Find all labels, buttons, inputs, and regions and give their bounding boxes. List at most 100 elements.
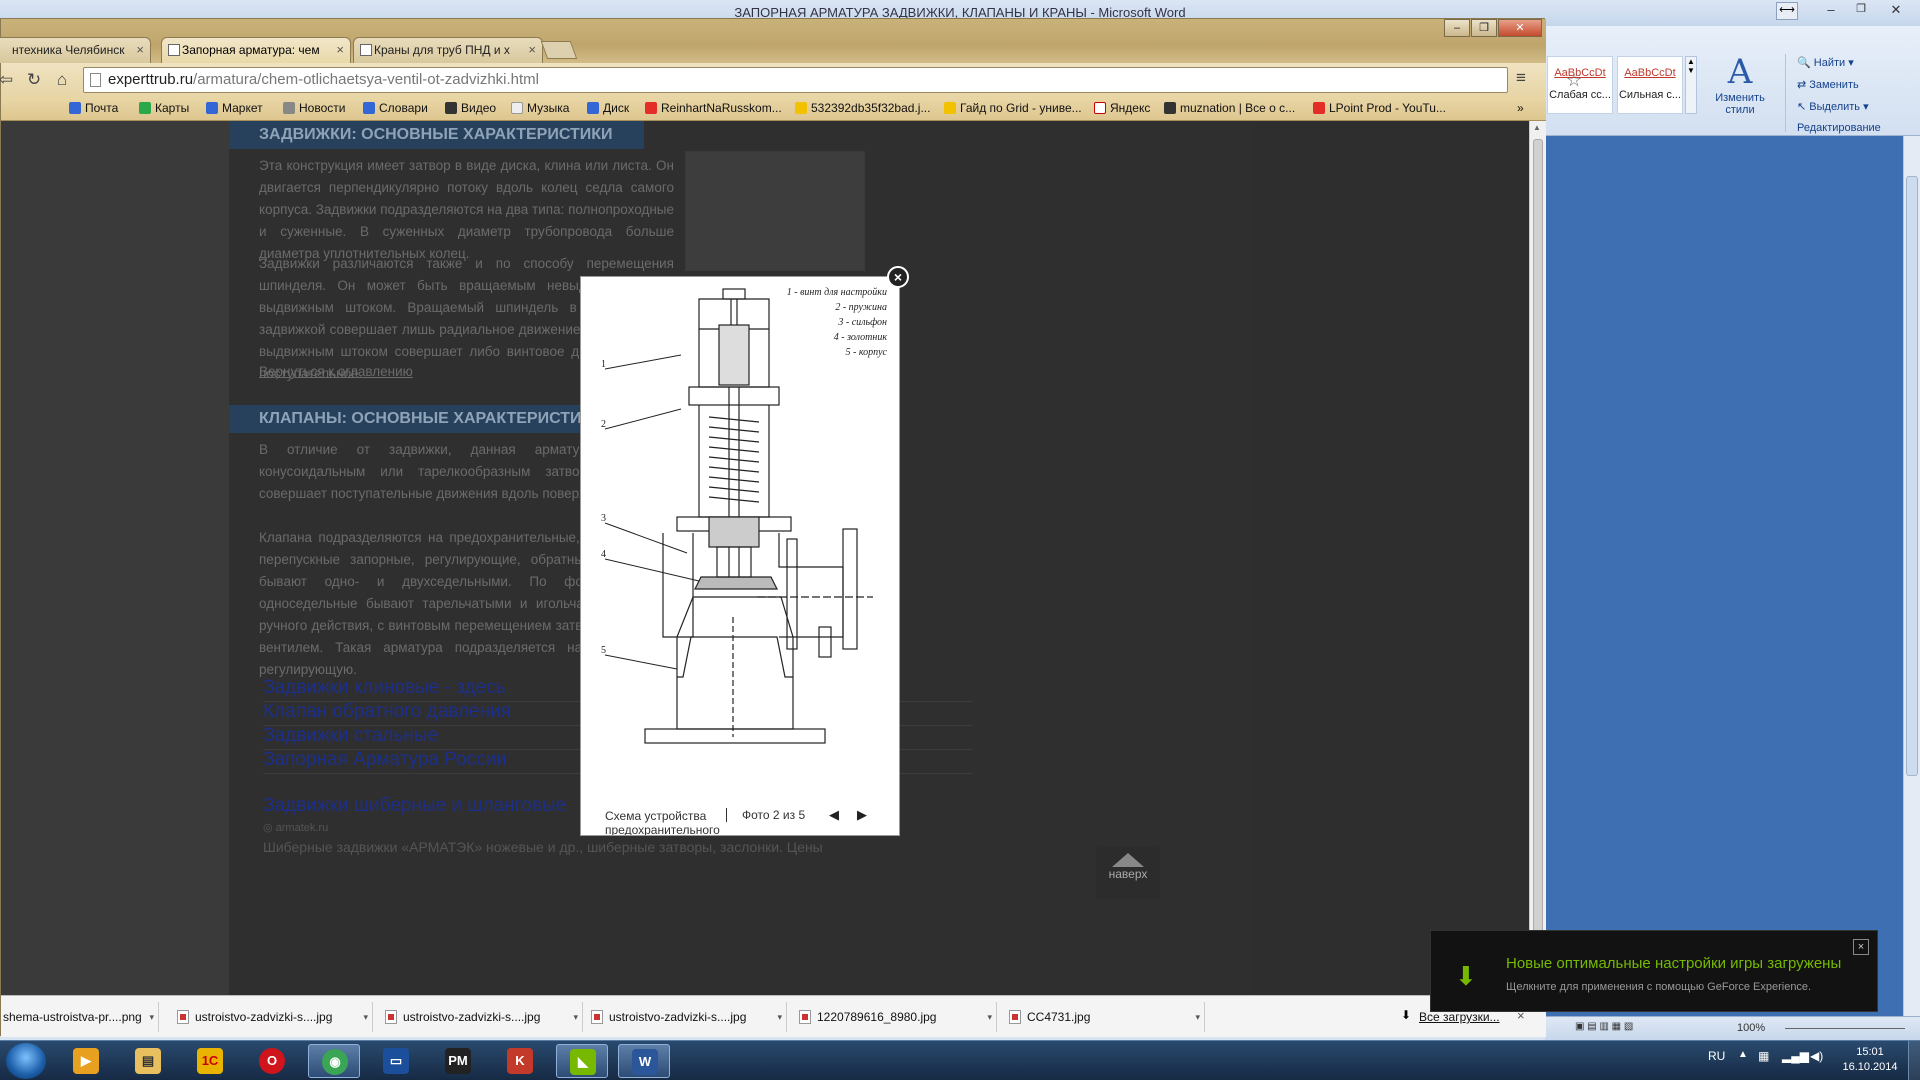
find-button[interactable]: 🔍 Найти ▾: [1797, 56, 1854, 69]
taskbar-samsung[interactable]: ▭: [370, 1044, 422, 1078]
dropdown-icon[interactable]: ▾: [573, 1002, 578, 1032]
word-scrollbar[interactable]: [1903, 136, 1920, 1016]
tab-close-icon[interactable]: ×: [528, 38, 536, 62]
bookmark-youtube-2[interactable]: LPoint Prod - YouTu...: [1313, 101, 1446, 115]
show-desktop-button[interactable]: [1908, 1041, 1920, 1080]
close-button[interactable]: ✕: [1498, 19, 1542, 37]
samsung-icon: ▭: [383, 1048, 409, 1074]
prev-arrow-icon[interactable]: ◀: [829, 807, 839, 823]
taskbar-explorer[interactable]: ▤: [122, 1044, 174, 1078]
replace-button[interactable]: ⇄ Заменить: [1797, 78, 1859, 91]
lightbox-close-icon[interactable]: ×: [887, 266, 909, 288]
taskbar-nvidia[interactable]: ◣: [556, 1044, 608, 1078]
tab-2[interactable]: Запорная арматура: чем ×: [161, 37, 351, 63]
bookmark-mail[interactable]: Почта: [69, 101, 118, 115]
scroll-top-button[interactable]: наверх: [1096, 847, 1160, 899]
minimize-button[interactable]: –: [1444, 19, 1470, 37]
taskbar-chrome[interactable]: ◉: [308, 1044, 360, 1078]
back-icon[interactable]: ⇦: [0, 69, 17, 91]
dropdown-icon[interactable]: ▾: [363, 1002, 368, 1032]
geforce-notification[interactable]: ⬇ Новые оптимальные настройки игры загру…: [1430, 930, 1878, 1012]
page-scrollbar[interactable]: ▲: [1529, 121, 1546, 995]
tab-1[interactable]: нтехника Челябинск ×: [0, 37, 151, 63]
star-icon[interactable]: ☆: [1566, 68, 1582, 92]
tab-3[interactable]: Краны для труб ПНД и х ×: [353, 37, 543, 63]
bookmark-market[interactable]: Маркет: [206, 101, 263, 115]
change-styles-button[interactable]: A Изменить стили: [1705, 52, 1775, 116]
bookmarks-overflow-icon[interactable]: »: [1517, 101, 1524, 115]
signal-icon[interactable]: ▂▄▆: [1782, 1049, 1809, 1063]
taskbar-opera[interactable]: O: [246, 1044, 298, 1078]
ad-domain-text: armatek.ru: [275, 822, 329, 834]
tab-close-icon[interactable]: ×: [336, 38, 344, 62]
bookmark-grid[interactable]: Гайд по Grid - униве...: [944, 101, 1082, 115]
scroll-up-arrow[interactable]: ▲: [1533, 123, 1541, 132]
zoom-slider[interactable]: [1785, 1028, 1905, 1029]
word-swap-icon[interactable]: ⟷: [1776, 2, 1798, 20]
dropdown-icon[interactable]: ▾: [777, 1002, 782, 1032]
ad-link[interactable]: Задвижки стальные: [263, 725, 438, 747]
taskbar-word[interactable]: W: [618, 1044, 670, 1078]
tab-label: нтехника Челябинск: [12, 43, 125, 57]
taskbar-media-player[interactable]: ▶: [60, 1044, 112, 1078]
ad-title-link[interactable]: Задвижки шиберные и шланговые: [263, 795, 566, 817]
style-strong[interactable]: AaBbCcDt Сильная с...: [1617, 56, 1683, 114]
ad-link[interactable]: Задвижки клиновые - здесь: [263, 677, 506, 699]
bookmark-music[interactable]: Музыка: [511, 101, 569, 115]
valve-thumbnail[interactable]: [685, 151, 865, 271]
dropdown-icon[interactable]: ▾: [1195, 1002, 1200, 1032]
maximize-button[interactable]: ❐: [1471, 19, 1497, 37]
bookmark-muznation[interactable]: muznation | Все о с...: [1164, 101, 1295, 115]
all-downloads-link[interactable]: Все загрузки...: [1419, 1010, 1500, 1024]
bookmark-video[interactable]: Видео: [445, 101, 496, 115]
tab-close-icon[interactable]: ×: [136, 38, 144, 62]
download-item[interactable]: 1220789616_8980.jpg ▾: [795, 1002, 997, 1032]
tray-expand-icon[interactable]: ▲: [1738, 1049, 1748, 1060]
right-sidebar: [1254, 121, 1529, 995]
word-minimize-button[interactable]: –: [1816, 2, 1846, 20]
taskbar-app[interactable]: K: [494, 1044, 546, 1078]
volume-icon[interactable]: ◀): [1810, 1049, 1823, 1063]
download-item[interactable]: CC4731.jpg ▾: [1005, 1002, 1205, 1032]
scroll-thumb[interactable]: [1533, 139, 1543, 975]
view-buttons[interactable]: ▣ ▤ ▥ ▦ ▧: [1575, 1021, 1633, 1032]
back-to-toc-link[interactable]: Вернуться к оглавлению: [259, 364, 413, 379]
home-icon[interactable]: ⌂: [51, 69, 73, 91]
bookmark-dict[interactable]: Словари: [363, 101, 428, 115]
bookmark-news[interactable]: Новости: [283, 101, 345, 115]
bookmark-disk[interactable]: Диск: [587, 101, 629, 115]
word-scroll-thumb[interactable]: [1906, 176, 1918, 776]
word-document-area[interactable]: [1545, 136, 1905, 1016]
menu-icon[interactable]: ≡: [1516, 68, 1526, 88]
bookmark-youtube-1[interactable]: ReinhartNaRusskom...: [645, 101, 782, 115]
select-button[interactable]: ↖ Выделить ▾: [1797, 100, 1869, 113]
ad-domain[interactable]: ◎ armatek.ru: [263, 821, 328, 834]
dropdown-icon[interactable]: ▾: [987, 1002, 992, 1032]
bookmark-maps[interactable]: Карты: [139, 101, 189, 115]
styles-scroll[interactable]: ▲ ▼: [1685, 56, 1697, 114]
taskbar-1c[interactable]: 1С: [184, 1044, 236, 1078]
reload-icon[interactable]: ↻: [23, 69, 45, 91]
bookmark-yandex[interactable]: Яндекс: [1094, 101, 1150, 115]
taskbar-pm[interactable]: PM: [432, 1044, 484, 1078]
download-item[interactable]: shema-ustroistva-pr....png ▾: [0, 1002, 159, 1032]
download-filename: ustroistvo-zadvizki-s....jpg: [609, 1010, 747, 1024]
word-restore-button[interactable]: ❐: [1846, 2, 1876, 20]
ad-link[interactable]: Клапан обратного давления: [263, 701, 511, 723]
start-button[interactable]: [6, 1043, 46, 1079]
language-indicator[interactable]: RU: [1708, 1049, 1725, 1063]
zoom-level[interactable]: 100%: [1737, 1022, 1765, 1034]
word-close-button[interactable]: ✕: [1876, 2, 1916, 20]
clock[interactable]: 15:01 16.10.2014: [1840, 1045, 1900, 1075]
new-tab-button[interactable]: [540, 41, 578, 59]
bookmark-image[interactable]: 532392db35f32bad.j...: [795, 101, 930, 115]
ad-link[interactable]: Запорная Арматура России: [263, 749, 507, 771]
download-item[interactable]: ustroistvo-zadvizki-s....jpg ▾: [587, 1002, 787, 1032]
close-icon[interactable]: ×: [1853, 939, 1869, 955]
dropdown-icon[interactable]: ▾: [149, 1002, 154, 1032]
address-bar[interactable]: experttrub.ru/armatura/chem-otlichaetsya…: [83, 67, 1582, 93]
download-item[interactable]: ustroistvo-zadvizki-s....jpg ▾: [381, 1002, 583, 1032]
network-icon[interactable]: ▦: [1758, 1049, 1769, 1063]
next-arrow-icon[interactable]: ▶: [857, 807, 867, 823]
download-item[interactable]: ustroistvo-zadvizki-s....jpg ▾: [173, 1002, 373, 1032]
